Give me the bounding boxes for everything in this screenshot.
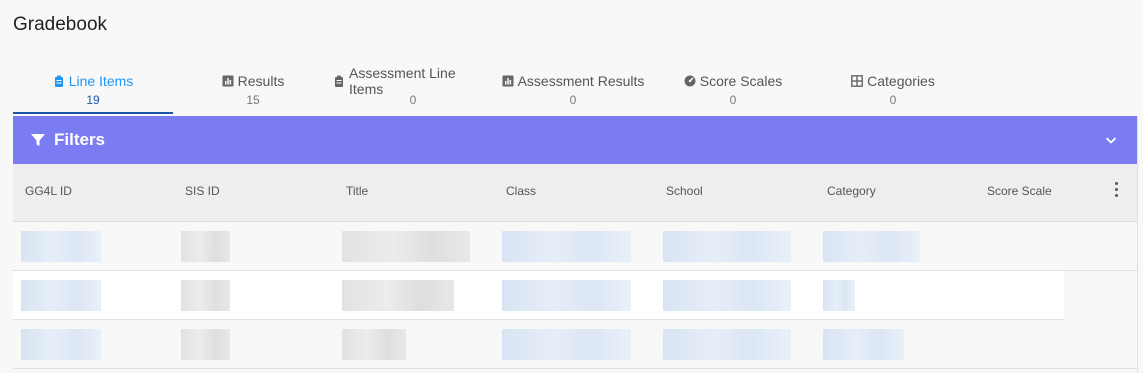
redacted-cell: [342, 280, 454, 311]
tab-count: 15: [246, 93, 260, 107]
tab-label: Categories: [867, 73, 935, 89]
redacted-cell: [21, 280, 101, 311]
redacted-cell: [342, 329, 406, 360]
redacted-cell: [823, 231, 920, 262]
redacted-cell: [181, 329, 230, 360]
tab-label: Line Items: [68, 73, 134, 89]
redacted-cell: [21, 231, 101, 262]
filters-label: Filters: [54, 130, 106, 149]
column-header[interactable]: Category: [827, 184, 876, 198]
redacted-cell: [342, 231, 470, 262]
tab-count: 0: [569, 93, 577, 107]
more-vert-icon[interactable]: [1115, 182, 1119, 200]
table-row[interactable]: [13, 222, 1137, 271]
tab-label: Results: [237, 73, 285, 89]
table-header: GG4L ID SIS ID Title Class School Catego…: [13, 164, 1137, 222]
filters-bar[interactable]: Filters: [13, 116, 1137, 164]
tab-count: 0: [889, 93, 897, 107]
column-header[interactable]: School: [666, 184, 703, 198]
table-row[interactable]: [13, 271, 1064, 320]
redacted-cell: [823, 280, 855, 311]
redacted-cell: [663, 280, 791, 311]
column-header[interactable]: GG4L ID: [25, 184, 72, 198]
column-header[interactable]: Score Scale: [987, 184, 1052, 198]
tab-score-scales[interactable]: Score Scales 0: [653, 72, 813, 114]
grid-icon: [851, 75, 864, 87]
redacted-cell: [502, 231, 631, 262]
redacted-cell: [21, 329, 101, 360]
tab-results[interactable]: Results 15: [173, 72, 333, 114]
tab-assessment-line-items[interactable]: Assessment Line Items 0: [333, 65, 493, 114]
redacted-cell: [823, 329, 904, 360]
clipboard-icon: [333, 75, 345, 87]
redacted-cell: [181, 231, 230, 262]
line-items-table: GG4L ID SIS ID Title Class School Catego…: [13, 164, 1137, 369]
redacted-cell: [502, 280, 631, 311]
table-border: [1137, 116, 1138, 373]
tab-assessment-results[interactable]: Assessment Results 0: [493, 72, 653, 114]
tab-count: 19: [86, 93, 100, 107]
tab-line-items[interactable]: Line Items 19: [13, 72, 173, 114]
column-header[interactable]: Title: [346, 184, 368, 198]
page-title: Gradebook: [13, 14, 108, 35]
tab-count: 0: [729, 93, 737, 107]
table-row[interactable]: [13, 320, 1137, 369]
tab-bar: Line Items 19 Results 15 Assessment Line…: [13, 65, 973, 114]
tab-categories[interactable]: Categories 0: [813, 72, 973, 114]
column-header[interactable]: Class: [506, 184, 536, 198]
redacted-cell: [663, 329, 791, 360]
clipboard-icon: [53, 75, 65, 87]
tab-count: 0: [409, 93, 417, 107]
gauge-icon: [684, 75, 696, 87]
tab-label: Assessment Results: [517, 73, 645, 89]
funnel-icon: [31, 134, 45, 146]
chevron-down-icon[interactable]: [1104, 133, 1118, 147]
redacted-cell: [502, 329, 631, 360]
bar-chart-icon: [222, 75, 234, 87]
redacted-cell: [663, 231, 791, 262]
bar-chart-icon: [502, 75, 514, 87]
tab-label: Assessment Line Items: [349, 65, 456, 97]
tab-label: Score Scales: [699, 73, 783, 89]
column-header[interactable]: SIS ID: [185, 184, 220, 198]
redacted-cell: [181, 280, 230, 311]
